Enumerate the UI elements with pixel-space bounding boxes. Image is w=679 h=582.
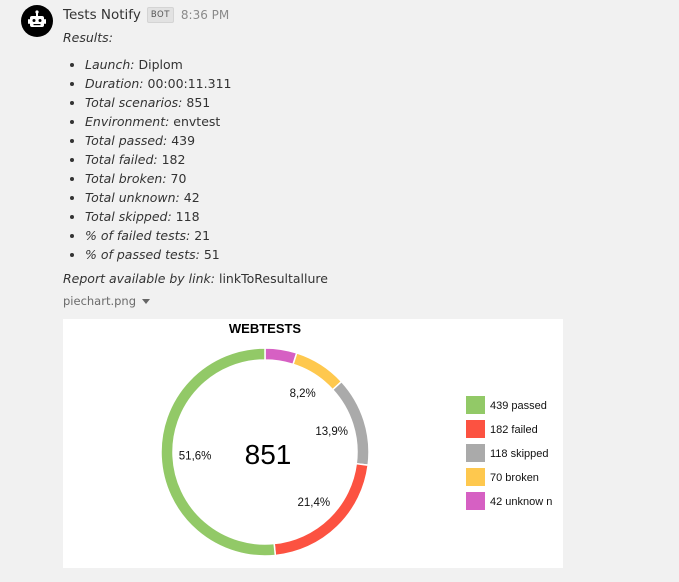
message-time[interactable]: 8:36 PM xyxy=(181,8,229,22)
stat-key: Total skipped: xyxy=(85,209,172,224)
report-line: Report available by link: linkToResultal… xyxy=(63,270,663,288)
stat-value: 118 xyxy=(175,209,200,224)
chart-center-label: 851 xyxy=(245,439,292,470)
pie-slice xyxy=(331,380,370,467)
caret-down-icon[interactable] xyxy=(142,298,151,304)
stat-value: 00:00:11.311 xyxy=(147,76,232,91)
chart-title: WEBTESTS xyxy=(229,321,302,336)
stat-item: Total failed: 182 xyxy=(85,150,663,169)
legend-swatch xyxy=(466,420,485,438)
stat-item: Total unknown: 42 xyxy=(85,188,663,207)
stat-value: 851 xyxy=(186,95,211,110)
legend-label: 182 failed xyxy=(490,424,538,436)
stat-value: 21 xyxy=(194,228,211,243)
stat-value: 439 xyxy=(171,133,196,148)
stat-key: Total failed: xyxy=(85,152,158,167)
legend-swatch xyxy=(466,396,485,414)
bot-badge: BOT xyxy=(146,7,174,23)
avatar[interactable] xyxy=(21,5,53,37)
stat-key: Launch: xyxy=(85,57,135,72)
legend-swatch xyxy=(466,492,485,510)
pie-slice xyxy=(273,462,369,557)
legend-swatch xyxy=(466,444,485,462)
attachment-image[interactable]: WEBTESTS 851 8,2% 13,9% 21,4% 51,6% 439 pas… xyxy=(63,319,563,568)
robot-icon xyxy=(28,10,46,27)
pie-slice xyxy=(264,347,298,366)
stat-item: % of passed tests: 51 xyxy=(85,245,663,264)
report-link[interactable]: linkToResultallure xyxy=(219,271,328,286)
stat-item: Total skipped: 118 xyxy=(85,207,663,226)
stat-item: Launch: Diplom xyxy=(85,55,663,74)
report-label: Report available by link: xyxy=(63,271,215,286)
stat-value: 42 xyxy=(183,190,200,205)
stat-value: 51 xyxy=(203,247,220,262)
stat-value: envtest xyxy=(173,114,221,129)
slice-percent-label: 8,2% xyxy=(290,388,316,400)
message: Tests Notify BOT 8:36 PM Results: Launch… xyxy=(63,0,663,309)
stat-item: Total passed: 439 xyxy=(85,131,663,150)
results-title: Results: xyxy=(63,30,113,45)
pie-slice xyxy=(292,352,343,391)
stat-value: Diplom xyxy=(138,57,183,72)
stat-key: Total broken: xyxy=(85,171,167,186)
stat-key: Total passed: xyxy=(85,133,168,148)
stat-item: Total scenarios: 851 xyxy=(85,93,663,112)
stat-item: Duration: 00:00:11.311 xyxy=(85,74,663,93)
legend-label: 118 skipped xyxy=(490,448,549,460)
stat-value: 70 xyxy=(170,171,187,186)
attachment-header[interactable]: piechart.png xyxy=(63,293,663,309)
attachment-name[interactable]: piechart.png xyxy=(63,294,136,308)
stat-key: Duration: xyxy=(85,76,144,91)
legend-label: 439 passed xyxy=(490,400,547,412)
stat-key: % of passed tests: xyxy=(85,247,200,262)
legend-label: 70 broken xyxy=(490,472,539,484)
message-header: Tests Notify BOT 8:36 PM xyxy=(63,0,663,30)
stat-value: 182 xyxy=(161,152,186,167)
slice-percent-label: 13,9% xyxy=(315,426,348,438)
stat-item: % of failed tests: 21 xyxy=(85,226,663,245)
slice-percent-label: 51,6% xyxy=(179,450,212,462)
stat-key: Total unknown: xyxy=(85,190,180,205)
stat-key: Total scenarios: xyxy=(85,95,183,110)
stat-item: Total broken: 70 xyxy=(85,169,663,188)
legend-swatch xyxy=(466,468,485,486)
sender-name[interactable]: Tests Notify xyxy=(63,7,141,23)
pie-chart: WEBTESTS 851 8,2% 13,9% 21,4% 51,6% 439 pas… xyxy=(160,321,552,557)
stat-key: % of failed tests: xyxy=(85,228,191,243)
stat-item: Environment: envtest xyxy=(85,112,663,131)
legend-label: 42 unknow n xyxy=(490,496,552,508)
stats-list: Launch: DiplomDuration: 00:00:11.311Tota… xyxy=(63,55,663,264)
stat-key: Environment: xyxy=(85,114,170,129)
slice-percent-label: 21,4% xyxy=(298,497,331,509)
